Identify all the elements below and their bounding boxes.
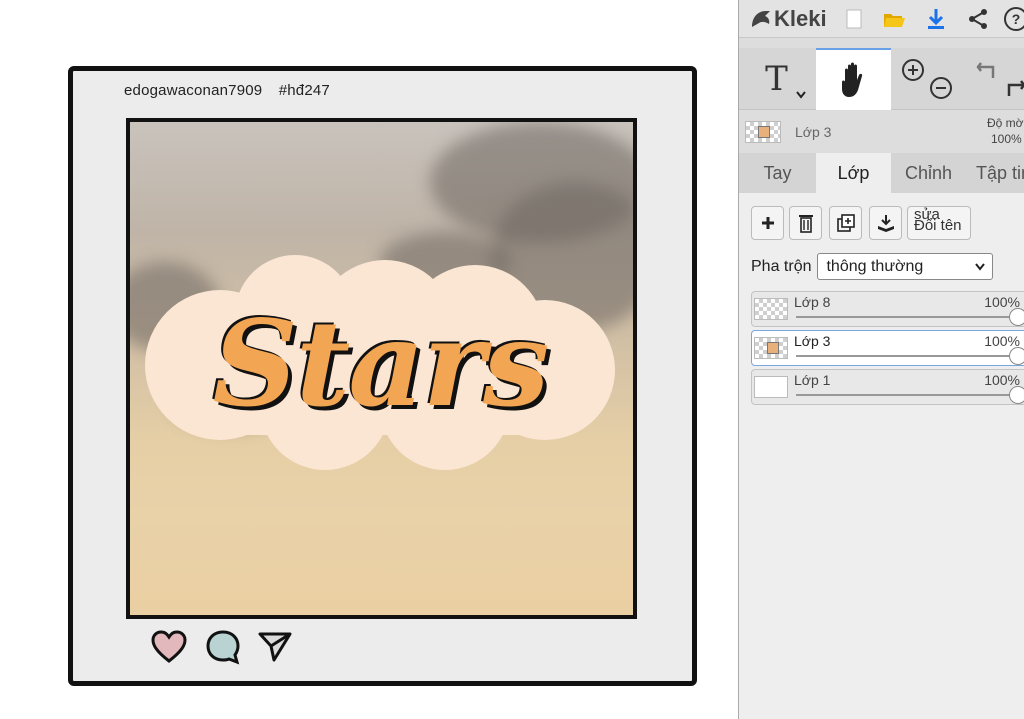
chevron-down-icon <box>975 263 986 271</box>
redo-icon[interactable] <box>1003 76 1024 100</box>
kleki-logo-icon <box>752 11 770 27</box>
opacity-label: Độ mờ <box>987 116 1024 130</box>
zoom-out-icon[interactable] <box>929 76 953 100</box>
rename-layer-button[interactable]: sửa Đổi tên <box>907 206 971 240</box>
opacity-value: 100% <box>991 132 1022 146</box>
tab-file[interactable]: Tập tin <box>966 153 1024 193</box>
panel-tabs: Tay Lớp Chỉnh Tập tin <box>739 153 1024 193</box>
add-layer-button[interactable] <box>751 206 784 240</box>
zoom-buttons <box>895 48 955 110</box>
layer-name: Lớp 1 <box>794 372 831 388</box>
layer-name: Lớp 8 <box>794 294 831 310</box>
layer-thumbnail <box>754 337 788 359</box>
slider-knob[interactable] <box>1009 347 1024 365</box>
delete-layer-button[interactable] <box>789 206 822 240</box>
zoom-in-icon[interactable] <box>901 58 925 82</box>
layer-row[interactable]: Lớp 1 100% <box>751 369 1024 405</box>
artwork-hashtag: #hđ247 <box>278 82 330 99</box>
new-file-button[interactable] <box>839 4 869 34</box>
plus-icon <box>761 217 774 229</box>
hand-tool-icon <box>841 62 862 97</box>
download-button[interactable] <box>921 4 951 34</box>
share-button[interactable] <box>963 4 993 34</box>
artwork-caption: edogawaconan7909 #hđ247 <box>124 82 342 99</box>
open-folder-button[interactable] <box>879 4 909 34</box>
top-toolbar: Kleki ? <box>739 0 1024 38</box>
opacity-slider[interactable] <box>796 308 1024 326</box>
layer-row[interactable]: Lớp 3 100% <box>751 330 1024 366</box>
svg-text:?: ? <box>1012 11 1021 27</box>
blend-mode-label: Pha trộn <box>751 257 812 275</box>
text-tool-button[interactable]: T <box>739 48 814 110</box>
layer-row[interactable]: Lớp 8 100% <box>751 291 1024 327</box>
slider-knob[interactable] <box>1009 386 1024 404</box>
tab-layers[interactable]: Lớp <box>816 153 891 193</box>
layer-name: Lớp 3 <box>794 333 831 349</box>
help-button[interactable]: ? <box>1001 4 1024 34</box>
layers-panel: sửa Đổi tên Pha trộn thông thường Lớp 8 … <box>739 193 1024 719</box>
blend-mode-value: thông thường <box>826 258 924 275</box>
blend-mode-row: Pha trộn thông thường <box>751 253 994 280</box>
slider-knob[interactable] <box>1009 308 1024 326</box>
current-layer-info: Lớp 3 Độ mờ 100% <box>739 112 1024 152</box>
tab-adjust[interactable]: Chỉnh <box>891 153 966 193</box>
send-icon <box>258 632 292 662</box>
download-icon <box>928 9 944 29</box>
comment-icon <box>206 630 240 665</box>
opacity-slider[interactable] <box>796 347 1024 365</box>
merge-layer-button[interactable] <box>869 206 902 240</box>
blend-mode-select[interactable]: thông thường <box>817 253 994 280</box>
merge-down-icon <box>877 215 894 232</box>
heart-icon <box>151 630 187 663</box>
stars-sticker: Stars <box>145 255 615 473</box>
drawing-canvas[interactable]: edogawaconan7909 #hđ247 Stars <box>0 0 738 719</box>
rename-label-bottom: Đổi tên <box>914 217 962 234</box>
share-icon <box>969 9 987 29</box>
tab-brush[interactable]: Tay <box>739 153 816 193</box>
history-buttons <box>965 48 1024 110</box>
layer-thumbnail <box>754 376 788 398</box>
new-file-icon <box>846 9 862 29</box>
help-icon: ? <box>1004 7 1024 31</box>
undo-icon[interactable] <box>975 58 999 82</box>
duplicate-icon <box>836 214 855 232</box>
hand-tool-button[interactable] <box>816 48 891 110</box>
post-actions <box>150 628 310 668</box>
side-panel: Kleki ? T Lớp 3 Độ mờ 100% Tay Lớp Chỉnh… <box>738 0 1024 719</box>
current-layer-thumbnail <box>745 121 781 143</box>
tool-row: T <box>739 48 1024 110</box>
app-name: Kleki <box>774 6 827 31</box>
layer-thumbnail <box>754 298 788 320</box>
chevron-down-icon <box>796 91 806 99</box>
text-tool-icon: T <box>765 59 788 99</box>
opacity-slider[interactable] <box>796 386 1024 404</box>
duplicate-layer-button[interactable] <box>829 206 862 240</box>
artwork-username: edogawaconan7909 <box>124 82 263 99</box>
open-folder-icon <box>884 14 905 27</box>
current-layer-name: Lớp 3 <box>795 124 832 140</box>
sticker-text: Stars <box>212 294 550 433</box>
app-logo[interactable]: Kleki <box>749 6 827 32</box>
trash-icon <box>798 215 813 233</box>
